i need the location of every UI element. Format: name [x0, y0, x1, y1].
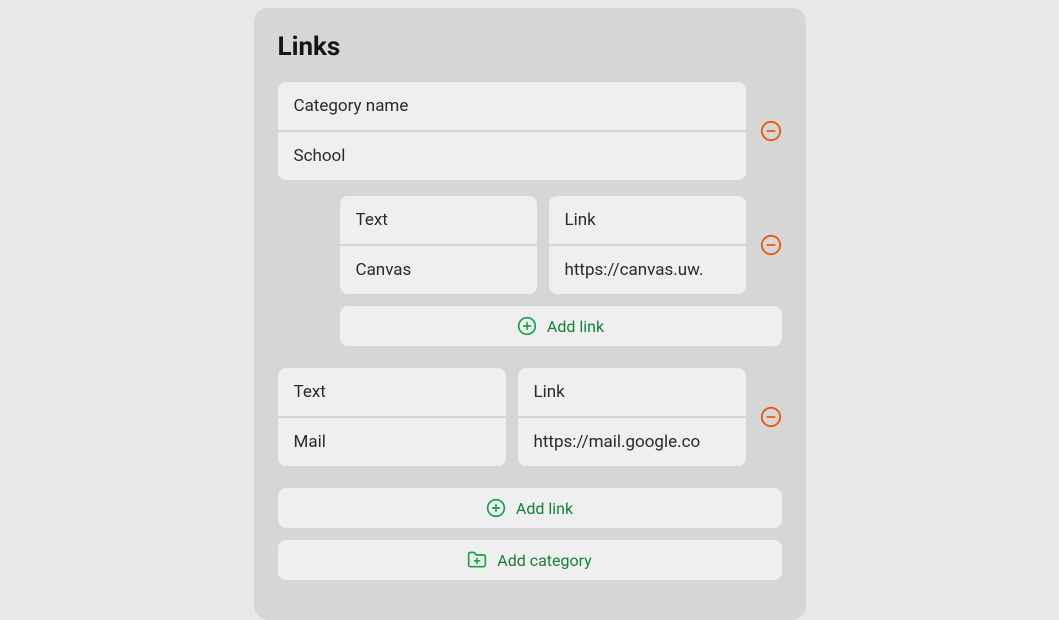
plus-circle-icon — [486, 498, 506, 518]
remove-link-button[interactable] — [760, 406, 782, 428]
add-category-label: Add category — [497, 551, 592, 570]
remove-icon — [760, 234, 782, 256]
link-text-label-input[interactable] — [278, 368, 506, 416]
plus-circle-icon — [517, 316, 537, 336]
link-url-input[interactable] — [549, 246, 746, 294]
add-link-button[interactable]: Add link — [340, 306, 782, 346]
link-url-label-input[interactable] — [518, 368, 746, 416]
category-row — [278, 82, 782, 180]
category-links: Add link — [278, 196, 782, 346]
category-name-label-input[interactable] — [278, 82, 746, 130]
link-row — [278, 368, 782, 466]
add-link-label: Add link — [547, 317, 604, 336]
add-link-button[interactable]: Add link — [278, 488, 782, 528]
link-url-input[interactable] — [518, 418, 746, 466]
link-text-input[interactable] — [340, 246, 537, 294]
link-url-label-input[interactable] — [549, 196, 746, 244]
folder-plus-icon — [467, 550, 487, 570]
link-text-label-input[interactable] — [340, 196, 537, 244]
remove-icon — [760, 120, 782, 142]
link-pair — [340, 196, 746, 294]
page-title: Links — [278, 32, 782, 62]
remove-link-button[interactable] — [760, 234, 782, 256]
remove-icon — [760, 406, 782, 428]
link-text-input[interactable] — [278, 418, 506, 466]
remove-category-button[interactable] — [760, 120, 782, 142]
links-panel: Links — [254, 8, 806, 620]
link-pair — [278, 368, 746, 466]
link-row — [340, 196, 782, 294]
category-name-input[interactable] — [278, 132, 746, 180]
category-name-group — [278, 82, 746, 180]
orphan-links — [278, 368, 782, 466]
add-link-label: Add link — [516, 499, 573, 518]
add-category-button[interactable]: Add category — [278, 540, 782, 580]
